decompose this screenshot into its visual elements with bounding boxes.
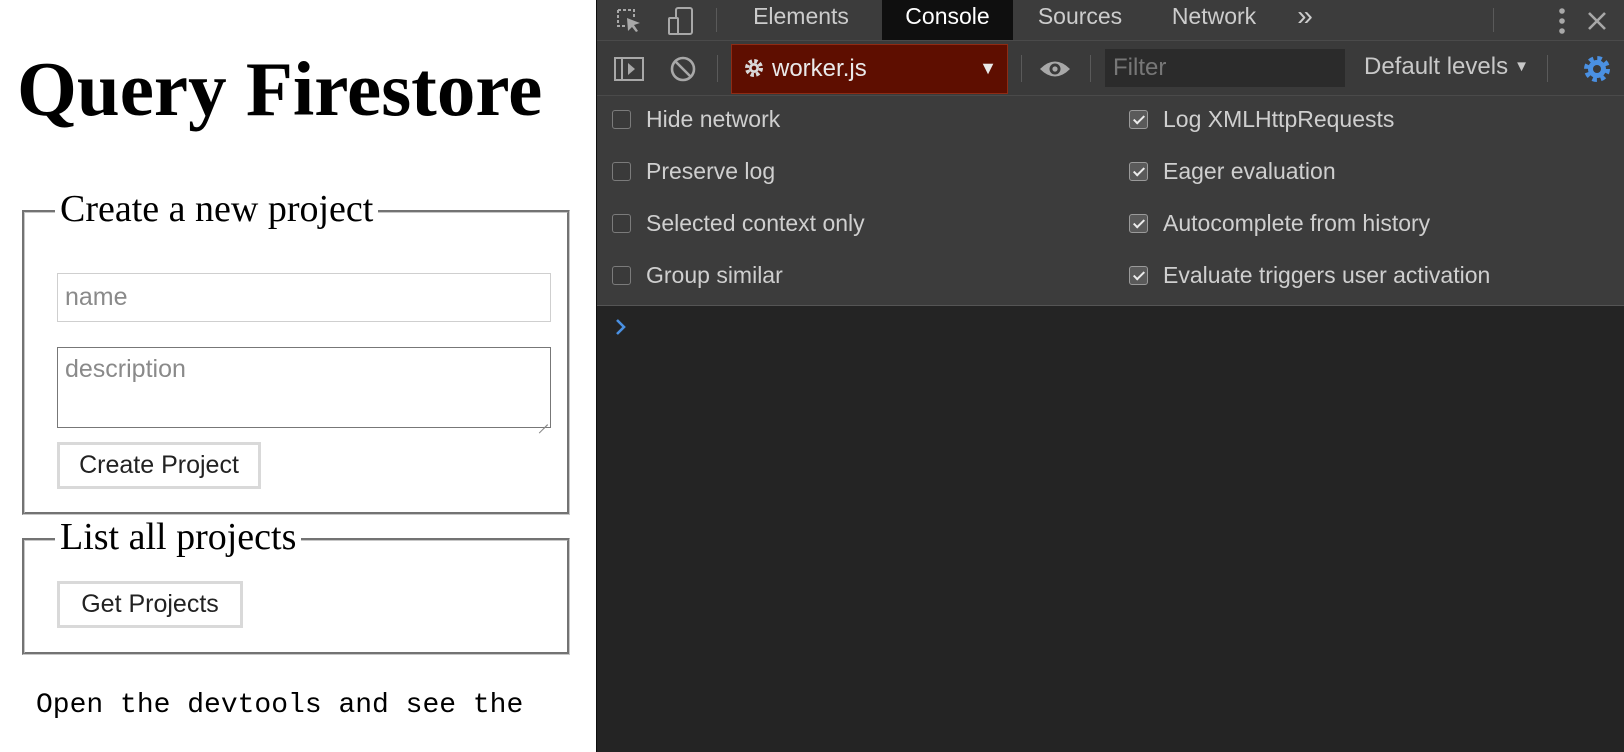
- option-label: Eager evaluation: [1163, 157, 1336, 184]
- console-toolbar: worker.js ▼ Filter Default levels ▼: [597, 41, 1624, 96]
- create-project-legend: Create a new project: [55, 187, 379, 231]
- eye-icon[interactable]: [1035, 48, 1075, 89]
- description-placeholder: description: [65, 355, 186, 383]
- prompt-chevron-icon: [615, 316, 627, 342]
- list-projects-legend: List all projects: [55, 515, 302, 559]
- console-output[interactable]: [597, 306, 1624, 752]
- create-project-fieldset: Create a new project name description Cr…: [22, 187, 570, 515]
- option-label: Evaluate triggers user activation: [1163, 261, 1491, 288]
- checkbox-checked[interactable]: [1129, 213, 1148, 233]
- close-icon[interactable]: [1582, 0, 1612, 41]
- chevron-down-icon: ▼: [1514, 58, 1529, 75]
- option-label: Autocomplete from history: [1163, 209, 1431, 236]
- autocomplete-from-history-option[interactable]: Autocomplete from history: [1129, 206, 1430, 240]
- checkbox-checked[interactable]: [1129, 161, 1148, 181]
- hide-network-option[interactable]: Hide network: [612, 102, 780, 136]
- device-toggle-icon[interactable]: [663, 0, 699, 41]
- toolbar-divider: [1493, 8, 1494, 32]
- eager-evaluation-option[interactable]: Eager evaluation: [1129, 154, 1336, 188]
- option-label: Log XMLHttpRequests: [1163, 105, 1395, 132]
- clear-console-icon[interactable]: [665, 48, 701, 89]
- tab-network[interactable]: Network: [1153, 0, 1275, 40]
- sidebar-toggle-icon[interactable]: [611, 48, 647, 89]
- filter-input[interactable]: Filter: [1105, 49, 1345, 87]
- name-input[interactable]: name: [57, 273, 551, 322]
- resize-handle-icon[interactable]: [538, 415, 548, 425]
- toolbar-divider: [1090, 55, 1091, 82]
- checkbox[interactable]: [612, 161, 631, 181]
- checkbox[interactable]: [612, 265, 631, 285]
- checkbox-checked[interactable]: [1129, 265, 1148, 285]
- checkbox[interactable]: [612, 109, 631, 129]
- toolbar-divider: [717, 55, 718, 82]
- log-levels-dropdown[interactable]: Default levels ▼: [1364, 41, 1529, 96]
- preserve-log-option[interactable]: Preserve log: [612, 154, 775, 188]
- option-label: Selected context only: [646, 209, 865, 236]
- description-textarea[interactable]: description: [57, 347, 551, 428]
- evaluate-triggers-user-activation-option[interactable]: Evaluate triggers user activation: [1129, 258, 1490, 292]
- checkbox-checked[interactable]: [1129, 109, 1148, 129]
- create-project-button[interactable]: Create Project: [57, 442, 261, 489]
- chevron-down-icon: ▼: [979, 58, 997, 78]
- console-settings-panel: Hide network Preserve log Selected conte…: [597, 96, 1624, 306]
- settings-gear-icon[interactable]: [1577, 48, 1617, 89]
- kebab-menu-icon[interactable]: [1547, 0, 1577, 41]
- option-label: Preserve log: [646, 157, 776, 184]
- tab-elements[interactable]: Elements: [728, 0, 874, 40]
- toolbar-divider: [1021, 55, 1022, 82]
- tab-sources[interactable]: Sources: [1017, 0, 1143, 40]
- context-label: worker.js: [772, 55, 867, 82]
- more-tabs-icon[interactable]: »: [1285, 0, 1325, 40]
- checkbox[interactable]: [612, 213, 631, 233]
- list-projects-fieldset: List all projects Get Projects: [22, 515, 570, 655]
- tab-console[interactable]: Console: [882, 0, 1013, 40]
- group-similar-option[interactable]: Group similar: [612, 258, 783, 292]
- footer-instruction-text: Open the devtools and see the: [36, 690, 524, 721]
- web-page: Query Firestore Create a new project nam…: [0, 0, 597, 752]
- log-xmlhttprequests-option[interactable]: Log XMLHttpRequests: [1129, 102, 1394, 136]
- toolbar-divider: [1547, 55, 1548, 82]
- get-projects-button[interactable]: Get Projects: [57, 581, 243, 628]
- option-label: Hide network: [646, 105, 781, 132]
- devtools-panel: Elements Console Sources Network » worke…: [596, 0, 1624, 752]
- context-selector[interactable]: worker.js ▼: [731, 44, 1008, 94]
- page-title: Query Firestore: [17, 46, 543, 132]
- selected-context-only-option[interactable]: Selected context only: [612, 206, 865, 240]
- log-levels-label: Default levels: [1364, 53, 1509, 80]
- option-label: Group similar: [646, 261, 783, 288]
- inspect-element-icon[interactable]: [611, 0, 647, 41]
- toolbar-divider: [716, 8, 717, 32]
- devtools-tab-bar: Elements Console Sources Network »: [597, 0, 1624, 41]
